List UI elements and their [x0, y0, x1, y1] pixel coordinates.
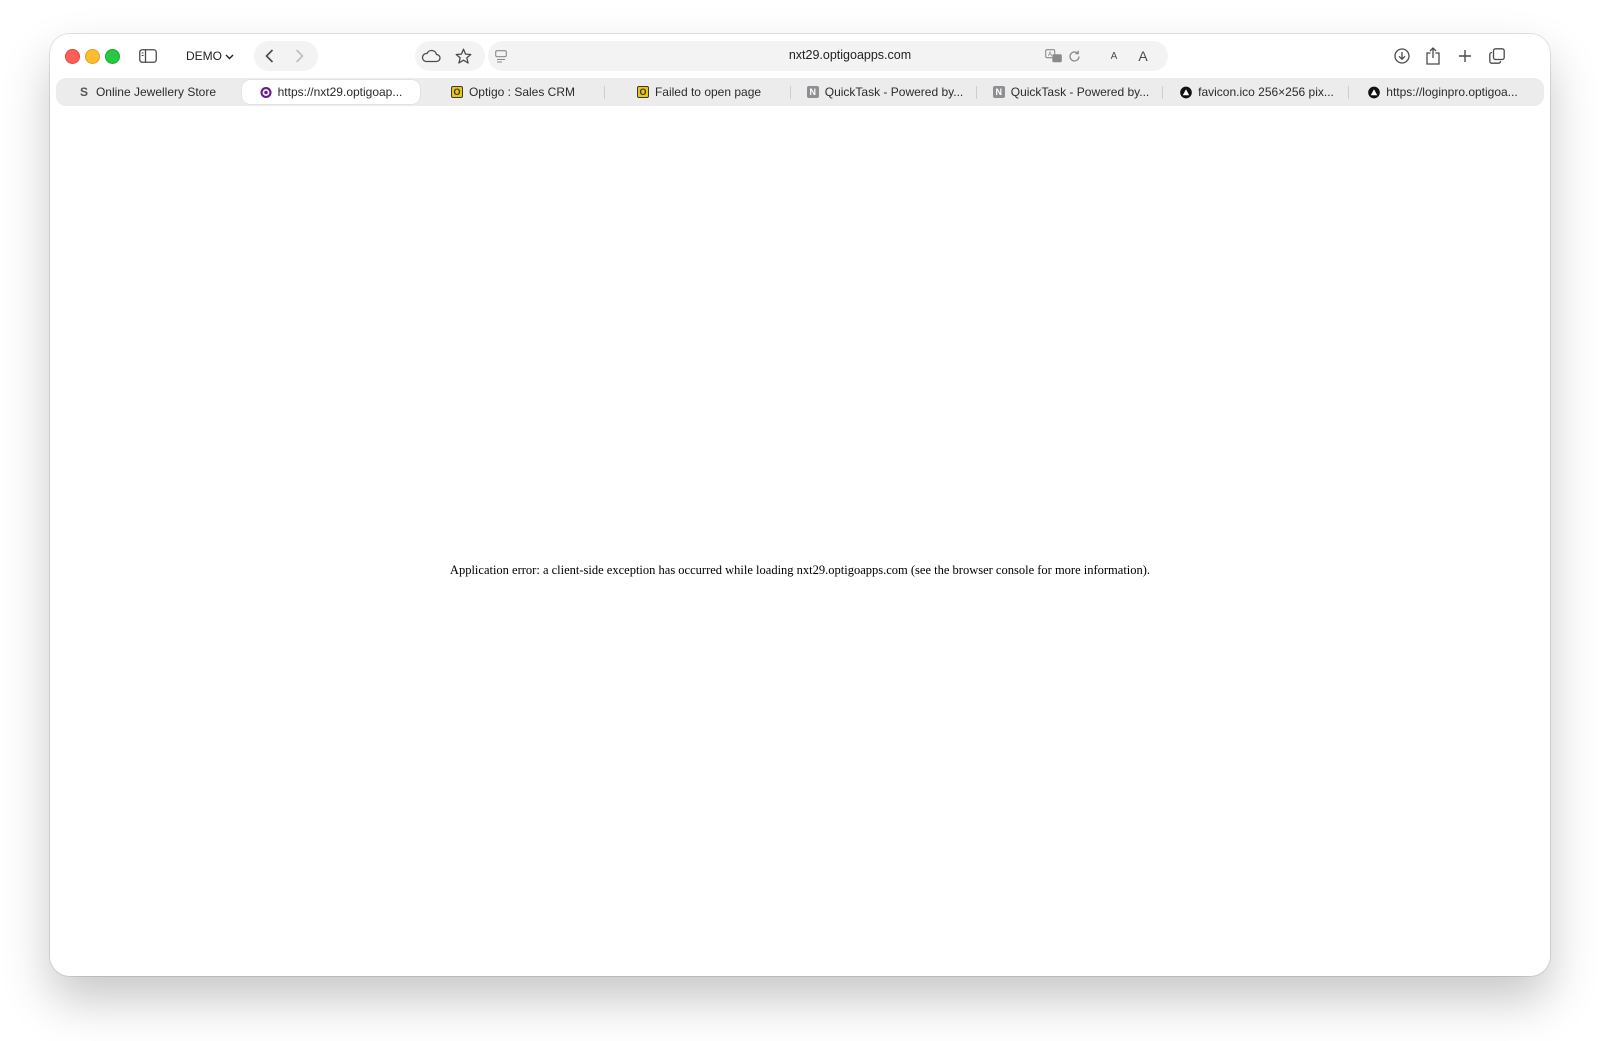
tab-quicktask-1[interactable]: N QuickTask - Powered by... — [796, 80, 974, 104]
page-content: Application error: a client-side excepti… — [50, 106, 1550, 976]
profile-switcher-button[interactable]: DEMO — [176, 40, 244, 72]
chevron-down-icon — [225, 49, 234, 63]
tab-separator — [790, 86, 791, 99]
tab-quicktask-2[interactable]: N QuickTask - Powered by... — [982, 80, 1160, 104]
back-arrow-icon[interactable] — [257, 44, 281, 68]
tab-separator — [976, 86, 977, 99]
tab-favicon: O — [450, 86, 463, 98]
tab-favicon-ico[interactable]: favicon.ico 256×256 pix... — [1168, 80, 1346, 104]
tab-title: QuickTask - Powered by... — [824, 85, 964, 99]
minimize-window-button[interactable] — [85, 49, 100, 64]
tab-online-jewellery-store[interactable]: S Online Jewellery Store — [56, 80, 238, 104]
downloads-icon[interactable] — [1390, 44, 1414, 68]
sidebar-toggle-icon[interactable] — [136, 44, 160, 68]
address-bar-url[interactable]: nxt29.optigoapps.com — [610, 48, 1090, 62]
tab-overview-icon[interactable] — [1485, 44, 1509, 68]
tab-separator — [604, 86, 605, 99]
tab-title: https://loginpro.optigoa... — [1386, 85, 1518, 99]
close-window-button[interactable] — [65, 49, 80, 64]
optigo-favicon-icon — [260, 86, 272, 98]
profile-label: DEMO — [186, 49, 222, 63]
tab-title: Failed to open page — [654, 85, 762, 99]
tab-nxt29-active[interactable]: https://nxt29.optigoap... — [242, 80, 420, 104]
tab-favicon: O — [636, 86, 649, 98]
new-tab-plus-icon[interactable] — [1453, 44, 1477, 68]
tab-favicon: N — [806, 86, 819, 98]
browser-toolbar: DEMO nxt29.optigoapps.com A A A — [50, 34, 1550, 78]
triangle-favicon-icon — [1180, 86, 1192, 98]
share-icon[interactable] — [1421, 44, 1445, 68]
star-bookmark-icon[interactable] — [451, 44, 475, 68]
icloud-tabs-icon[interactable] — [419, 44, 443, 68]
forward-arrow-icon[interactable] — [287, 44, 311, 68]
tab-title: https://nxt29.optigoap... — [277, 85, 403, 99]
tab-separator — [1348, 86, 1349, 99]
application-error-message: Application error: a client-side excepti… — [449, 563, 1151, 577]
maximize-window-button[interactable] — [105, 49, 120, 64]
tab-title: Optigo : Sales CRM — [468, 85, 576, 99]
tab-favicon: S — [79, 85, 88, 99]
tab-separator — [1162, 86, 1163, 99]
text-larger-button[interactable]: A — [1131, 44, 1155, 68]
tab-failed-to-open-page[interactable]: O Failed to open page — [610, 80, 788, 104]
browser-window: DEMO nxt29.optigoapps.com A A A S Online… — [50, 34, 1550, 976]
svg-text:A: A — [1048, 51, 1053, 58]
triangle-favicon-icon — [1368, 86, 1381, 98]
text-smaller-button[interactable]: A — [1102, 44, 1126, 68]
tab-optigo-sales-crm[interactable]: O Optigo : Sales CRM — [424, 80, 602, 104]
tab-favicon: N — [992, 86, 1005, 98]
tab-title: favicon.ico 256×256 pix... — [1198, 85, 1334, 99]
tab-loginpro[interactable]: https://loginpro.optigoa... — [1354, 80, 1532, 104]
tab-bar: S Online Jewellery Store https://nxt29.o… — [56, 78, 1544, 106]
page-menu-icon[interactable] — [489, 44, 513, 68]
reload-icon[interactable] — [1062, 44, 1086, 68]
tab-title: QuickTask - Powered by... — [1010, 85, 1150, 99]
tab-title: Online Jewellery Store — [95, 85, 217, 99]
